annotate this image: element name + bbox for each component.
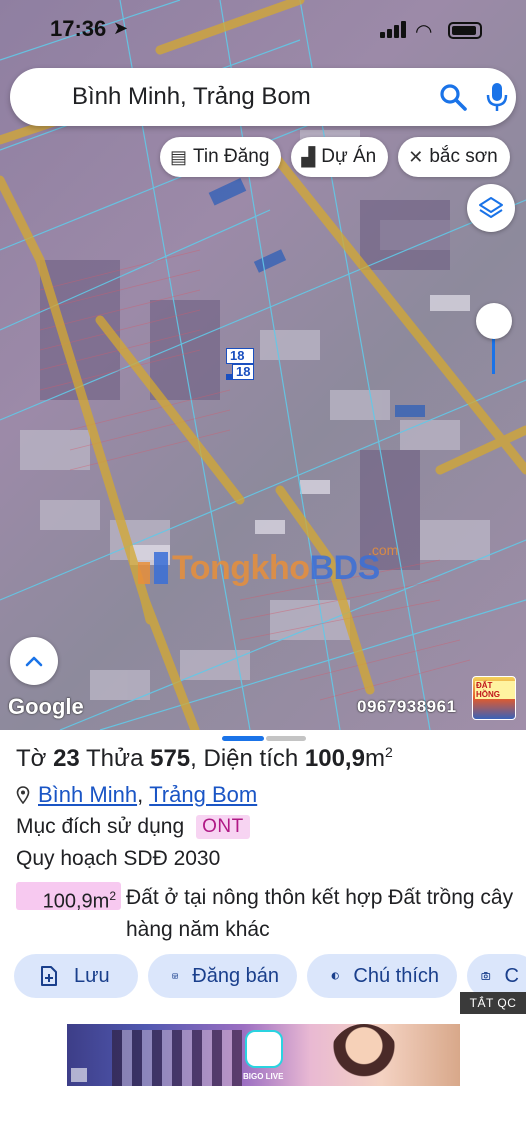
chip-label: Tin Đăng [193,146,270,167]
status-bar: 17:36 ➤ ◠ [0,0,526,60]
purpose-label: Mục đích sử dụng [16,815,185,838]
close-ads-button[interactable]: TẮT QC [460,992,526,1014]
camera-label: C [504,964,519,987]
camera-icon [481,972,491,980]
bigo-logo-icon [245,1030,283,1068]
ward-link[interactable]: Bình Minh [38,782,137,808]
planning-label: Quy hoạch SDĐ 2030 [16,847,221,870]
parcel-title: Tờ 23 Thửa 575, Diện tích 100,9m2 [16,744,393,772]
ad-thumbnail[interactable]: ĐẤT HỒNG [472,676,516,720]
satellite-map[interactable]: 17:36 ➤ ◠ ▤ Tin Đăng ▟ Dự Án ✕ [0,0,526,730]
sheet-handle[interactable] [222,736,306,741]
plot-number-label[interactable]: 18 18 [222,348,255,380]
post-sale-label: Đăng bán [192,964,279,987]
expand-up-button[interactable] [10,637,58,685]
watermark-logo-icon [138,552,168,584]
search-icon[interactable] [438,82,468,112]
plot-number: 18 [226,348,255,364]
phone-number[interactable]: 0967938961 [357,697,457,717]
land-use-purpose: Mục đích sử dụng ONT [16,815,250,839]
ad-choices-icon[interactable] [71,1068,87,1082]
building-icon: ▟ [301,146,316,167]
chip-du-an[interactable]: ▟ Dự Án [291,137,389,177]
action-buttons: Lưu Đăng bán Chú thích C [14,954,526,998]
legend-label: Chú thích [353,964,439,987]
banner-people-image [112,1030,242,1086]
banner-portrait-image [329,1024,399,1086]
chip-label: bắc sơn [429,146,498,167]
tongkhobds-watermark: TongkhoBDS .com [136,542,398,588]
google-attribution: Google [8,694,84,719]
save-button[interactable]: Lưu [14,954,138,998]
chip-label: Dự Án [321,146,377,167]
save-label: Lưu [74,964,110,987]
legend-button[interactable]: Chú thích [307,954,457,998]
save-icon [41,966,57,986]
location-row: Bình Minh, Trảng Bom [16,782,257,808]
watermark-suffix: .com [368,542,399,558]
plot-number: 18 [232,364,255,380]
search-bar [10,68,516,126]
parcel-details-sheet: Tờ 23 Thửa 575, Diện tích 100,9m2 Bình M… [0,730,526,1138]
tools-icon: ✕ [408,146,424,167]
handle-inactive [266,736,306,741]
wifi-icon: ◠ [415,21,433,43]
handle-active [222,736,264,741]
filter-chips: ▤ Tin Đăng ▟ Dự Án ✕ bắc sơn [160,137,510,177]
purpose-code-badge: ONT [196,815,250,839]
location-pin-icon [16,786,30,804]
status-time: 17:36 [50,16,107,41]
chip-bac-son[interactable]: ✕ bắc sơn [398,137,510,177]
opacity-slider-knob[interactable] [476,303,512,339]
planning-description: Đất ở tại nông thôn kết hợp Đất trồng câ… [126,886,514,941]
location-arrow-icon: ➤ [113,18,129,38]
microphone-icon[interactable] [484,81,510,113]
listing-icon: ▤ [170,146,188,167]
post-sale-button[interactable]: Đăng bán [148,954,297,998]
search-input[interactable] [72,78,412,116]
chip-tin-dang[interactable]: ▤ Tin Đăng [160,137,282,177]
chevron-up-icon [25,656,43,667]
contrast-icon [331,972,339,980]
comma: , [137,782,144,807]
cellular-signal-icon [380,20,408,38]
banner-brand: BIGO LIVE [243,1072,284,1081]
layers-icon [479,197,503,218]
district-link[interactable]: Trảng Bom [149,782,257,808]
ad-banner[interactable]: BIGO LIVE [67,1024,460,1086]
calendar-icon [172,973,178,979]
layers-button[interactable] [467,184,515,232]
ad-thumb-text: ĐẤT HỒNG [475,681,515,699]
battery-icon [448,22,482,39]
watermark-text: TongkhoBDS [172,548,380,587]
planning-area-pill: 100,9m2 [16,882,121,913]
